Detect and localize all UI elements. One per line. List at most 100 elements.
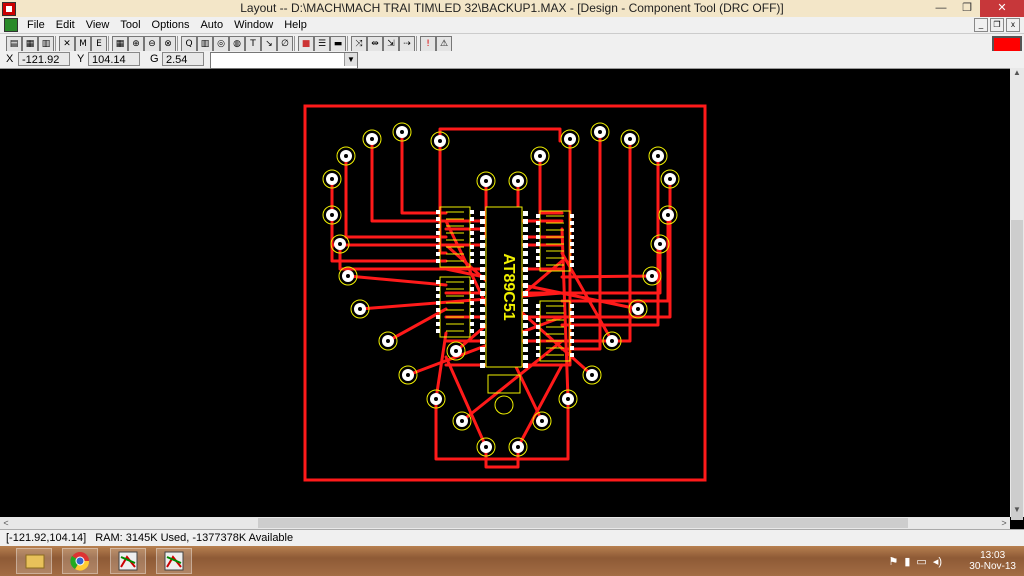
status-bar: [-121.92,104.14] RAM: 3145K Used, -13773… [0,529,1024,547]
ic-pin [523,355,528,360]
layout-app-icon[interactable] [110,548,146,574]
text-icon[interactable]: T [245,36,261,52]
print-icon[interactable]: ▥ [38,36,54,52]
spreadsheet-icon[interactable]: ▦ [112,36,128,52]
close-button[interactable]: ✕ [980,0,1024,17]
pcb-layout[interactable]: AT89C51 [0,69,1010,517]
ic-pin [480,275,485,280]
ic-pin [523,251,528,256]
layout-app-icon-2[interactable] [156,548,192,574]
refresh-icon[interactable]: ⇢ [399,36,415,52]
ic-pin [523,291,528,296]
edit-icon[interactable]: E [91,36,107,52]
resistor-pad [536,263,540,267]
maximize-button[interactable]: ❐ [954,0,980,17]
scroll-down-icon[interactable]: ▼ [1010,505,1024,517]
mdi-minimize-button[interactable]: _ [974,18,988,32]
resistor-pad [436,280,440,284]
led-hole [668,177,672,181]
online-drc-icon[interactable]: ⇲ [383,36,399,52]
led-hole [516,179,520,183]
zoom-out-icon[interactable]: ⊖ [144,36,160,52]
resistor-pad [536,311,540,315]
title-bar: Layout -- D:\MACH\MACH TRAI TIM\LED 32\B… [0,0,1024,17]
menu-edit[interactable]: Edit [51,19,81,31]
toolbar-separator [55,36,56,51]
resistor-pad [470,301,474,305]
scroll-right-icon[interactable]: > [998,517,1010,529]
error-icon[interactable]: ⚠ [436,36,452,52]
ic-pin [480,299,485,304]
vertical-scroll-thumb[interactable] [1011,220,1023,520]
pcb-trace [434,331,448,401]
open-icon[interactable]: ▤ [6,36,22,52]
component-icon[interactable]: ▥ [197,36,213,52]
menu-auto[interactable]: Auto [195,19,229,31]
resistor-pad [570,235,574,239]
query-icon[interactable]: Q [181,36,197,52]
menu-tool[interactable]: Tool [115,19,146,31]
ic-pin [480,347,485,352]
autoroute-icon[interactable]: ⇹ [367,36,383,52]
mdi-restore-button[interactable]: ❐ [990,18,1004,32]
ic-pin [480,315,485,320]
led-hole [650,274,654,278]
obstacle-icon[interactable]: ◍ [229,36,245,52]
ic-pin [480,331,485,336]
horizontal-scrollbar[interactable]: < > [0,517,1010,529]
menu-help[interactable]: Help [279,19,313,31]
resistor-pad [536,339,540,343]
route-icon[interactable]: ▬ [330,36,346,52]
layer-select[interactable]: ▼ [210,52,358,69]
zoom-in-icon[interactable]: ⊕ [128,36,144,52]
find-icon[interactable]: M [75,36,91,52]
shove-icon[interactable]: ⤨ [351,36,367,52]
menu-file[interactable]: File [22,19,51,31]
ic-pin [480,243,485,248]
chevron-down-icon[interactable]: ▼ [344,53,357,66]
pcb-trace [560,274,654,279]
resistor-pad [570,339,574,343]
save-icon[interactable]: ▦ [22,36,38,52]
chrome-icon[interactable] [62,548,98,574]
reconnect-icon[interactable]: ∅ [277,36,293,52]
resistor-pad [570,332,574,336]
mdi-close-button[interactable]: x [1006,18,1020,32]
resistor-pad [436,224,440,228]
led-hole [484,445,488,449]
led-hole [568,137,572,141]
pcb-trace [444,177,672,319]
design-canvas[interactable]: AT89C51 [0,69,1010,517]
layers-icon[interactable]: ☰ [314,36,330,52]
network-icon[interactable]: ▭ [916,555,926,568]
drc-icon[interactable]: ! [420,36,436,52]
scroll-up-icon[interactable]: ▲ [1010,68,1024,80]
scroll-left-icon[interactable]: < [0,517,12,529]
menu-window[interactable]: Window [229,19,279,31]
cut-icon[interactable]: ✕ [59,36,75,52]
connection-icon[interactable]: ↘ [261,36,277,52]
ic-pin [523,267,528,272]
zoom-all-icon[interactable]: ⊗ [160,36,176,52]
led-hole [666,213,670,217]
pcb-trace [344,154,448,239]
menu-options[interactable]: Options [147,19,196,31]
resistor-pad [570,221,574,225]
ic-pin [523,235,528,240]
led-hole [540,419,544,423]
pin-icon[interactable]: ◎ [213,36,229,52]
clock[interactable]: 13:03 30-Nov-13 [969,550,1016,572]
resistor-pad [570,318,574,322]
file-explorer-icon[interactable] [16,548,52,574]
document-icon[interactable] [4,18,18,32]
power-icon[interactable]: ▮ [904,555,910,568]
volume-icon[interactable]: ◂) [933,555,942,568]
minimize-button[interactable]: — [928,0,954,17]
flag-icon[interactable]: ⚑ [888,555,898,568]
menu-view[interactable]: View [81,19,116,31]
horizontal-scroll-thumb[interactable] [258,518,908,528]
vertical-scrollbar[interactable]: ▲ ▼ [1010,68,1024,520]
color-icon[interactable]: ■ [298,36,314,52]
resistor-pad [436,231,440,235]
resistor-pad [536,332,540,336]
